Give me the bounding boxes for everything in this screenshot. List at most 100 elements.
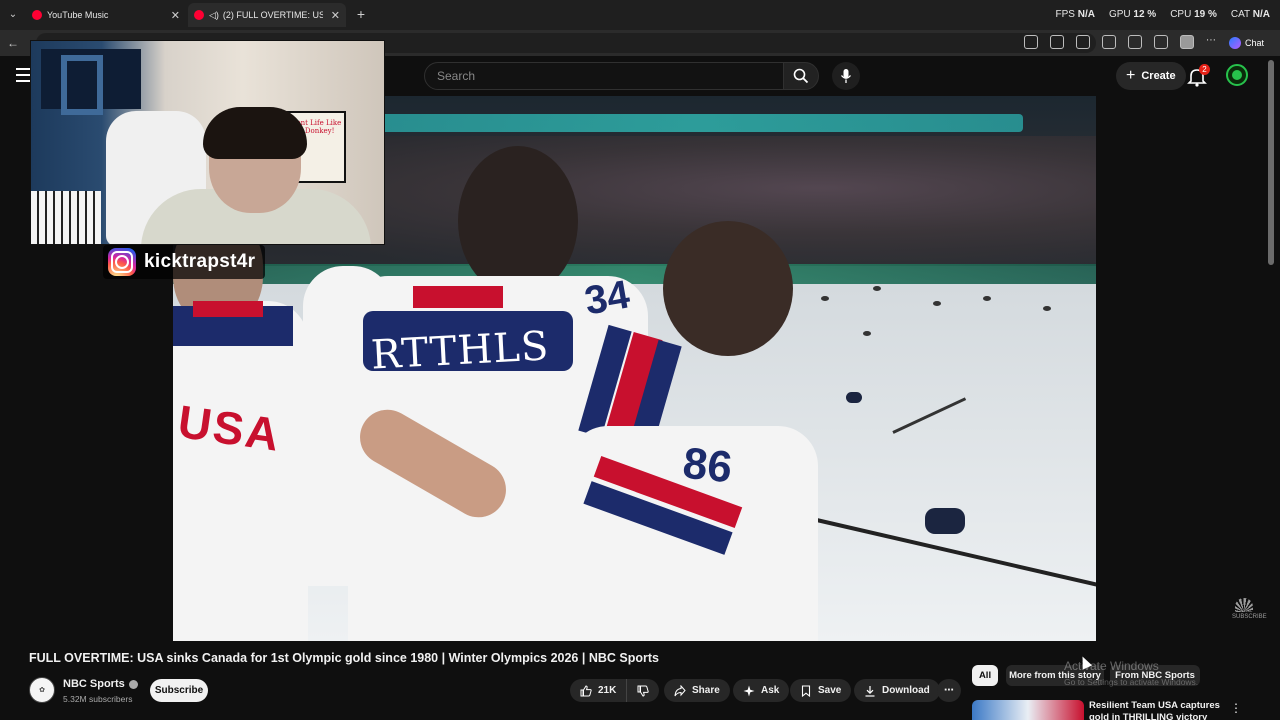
activate-windows-subtitle: Go to Settings to activate Windows. xyxy=(1064,677,1199,687)
like-count: 21K xyxy=(598,685,617,696)
instagram-handle: kicktrapst4r xyxy=(144,251,256,272)
watermark-label: SUBSCRIBE xyxy=(1232,614,1267,620)
microphone-icon xyxy=(840,69,852,83)
extensions-icon[interactable] xyxy=(1076,35,1090,49)
split-view-icon[interactable] xyxy=(1024,35,1038,49)
browser-toolbar-icons: ⋯ xyxy=(1024,35,1220,49)
streamer-webcam-overlay: Dont Life Like A Donkey! xyxy=(30,40,385,245)
favorites-icon[interactable] xyxy=(1128,35,1142,49)
share-button[interactable]: Share xyxy=(664,679,730,702)
save-button[interactable]: Save xyxy=(790,679,852,702)
chip-all[interactable]: All xyxy=(972,665,998,686)
share-button-wrap: Share xyxy=(664,679,730,702)
copilot-chat-button[interactable]: Chat xyxy=(1223,34,1270,52)
glove-on-ice xyxy=(873,286,881,291)
dislike-button[interactable] xyxy=(627,679,660,702)
tab-youtube-music[interactable]: YouTube Music ✕ xyxy=(26,3,186,27)
more-menu-icon[interactable]: ⋯ xyxy=(1206,35,1220,49)
channel-name-link[interactable]: NBC Sports xyxy=(63,678,138,690)
glove-on-ice xyxy=(821,296,829,301)
tab-title: YouTube Music xyxy=(47,10,109,20)
ask-button-wrap: Ask xyxy=(733,679,790,702)
tab-close-icon[interactable]: ✕ xyxy=(331,9,340,22)
jersey-nameplate: RTTHLS xyxy=(369,323,551,379)
kebab-menu-icon[interactable]: ⋮ xyxy=(1230,701,1242,715)
player-jersey xyxy=(173,301,308,641)
player-hair xyxy=(663,221,793,356)
glove-on-ice xyxy=(863,331,871,336)
jersey-number: 86 xyxy=(680,438,735,493)
verified-badge-icon xyxy=(128,679,138,689)
collections-icon[interactable] xyxy=(1154,35,1168,49)
more-actions-button[interactable]: ⋯ xyxy=(937,679,961,702)
notification-count-badge: 2 xyxy=(1199,64,1210,75)
recommendation-title[interactable]: Resilient Team USA captures gold in THRI… xyxy=(1089,700,1221,720)
search-button[interactable] xyxy=(783,62,819,90)
glove-on-ice xyxy=(846,392,862,403)
profile-avatar-icon[interactable] xyxy=(1180,35,1194,49)
player-hair xyxy=(458,146,578,296)
share-arrow-icon xyxy=(674,684,686,696)
speaker-icon[interactable]: ◁) xyxy=(209,10,219,21)
new-tab-plus-icon[interactable]: + xyxy=(352,5,370,23)
glove-on-ice xyxy=(983,296,991,301)
download-button[interactable]: Download xyxy=(854,679,940,702)
create-label: Create xyxy=(1141,70,1176,82)
jersey-stripe xyxy=(413,286,503,308)
tab-close-icon[interactable]: ✕ xyxy=(171,9,180,22)
voice-search-button[interactable] xyxy=(832,62,860,90)
stat-cat: CAT N/A xyxy=(1230,9,1270,20)
instagram-icon xyxy=(108,248,136,276)
jersey-stripe xyxy=(193,301,263,317)
tab-youtube-video[interactable]: ◁) (2) FULL OVERTIME: USA sinks ✕ xyxy=(188,3,346,27)
more-actions-wrap: ⋯ xyxy=(937,679,961,702)
nbc-peacock-icon xyxy=(1235,598,1253,612)
plus-icon: + xyxy=(1126,67,1136,84)
keyboard xyxy=(31,191,101,244)
video-title: FULL OVERTIME: USA sinks Canada for 1st … xyxy=(29,651,659,665)
user-avatar[interactable] xyxy=(1226,64,1248,86)
favorite-star-icon[interactable] xyxy=(1050,35,1064,49)
ask-label: Ask xyxy=(761,685,780,696)
ask-button[interactable]: Ask xyxy=(733,679,790,702)
thumbs-up-icon xyxy=(580,684,592,696)
search-box xyxy=(424,62,784,90)
channel-avatar[interactable]: ✿ xyxy=(29,677,55,703)
subscriber-count: 5.32M subscribers xyxy=(63,694,133,704)
arena-banner xyxy=(373,114,1023,132)
performance-overlay: FPS N/A GPU 12 % CPU 19 % CAT N/A xyxy=(1055,9,1270,20)
sparkle-icon xyxy=(743,685,755,696)
tracking-icon[interactable] xyxy=(1102,35,1116,49)
create-button[interactable]: + Create xyxy=(1116,62,1186,90)
search-input[interactable] xyxy=(425,63,783,89)
back-arrow-icon[interactable]: ← xyxy=(4,34,22,52)
recommendation-thumbnail[interactable] xyxy=(972,700,1084,720)
nbc-peacock-icon: ✿ xyxy=(39,687,45,694)
subscribe-button[interactable]: Subscribe xyxy=(150,679,208,702)
tab-title: (2) FULL OVERTIME: USA sinks xyxy=(222,10,323,20)
copilot-icon xyxy=(1228,37,1241,49)
wall-art xyxy=(41,49,141,115)
download-label: Download xyxy=(882,685,930,696)
share-label: Share xyxy=(692,685,720,696)
channel-name: NBC Sports xyxy=(63,678,125,690)
glove-on-ice xyxy=(925,508,965,534)
more-dots-icon: ⋯ xyxy=(944,685,954,696)
youtube-music-favicon-icon xyxy=(32,10,42,20)
nbc-peacock-watermark[interactable]: SUBSCRIBE xyxy=(1232,598,1267,624)
save-label: Save xyxy=(818,685,842,696)
instagram-handle-overlay: kicktrapst4r xyxy=(103,245,266,279)
stat-cpu: CPU 19 % xyxy=(1170,9,1217,20)
stat-gpu: GPU 12 % xyxy=(1108,9,1157,20)
streamer-hair xyxy=(203,107,307,159)
bookmark-icon xyxy=(801,684,811,697)
search-icon xyxy=(793,68,809,84)
jersey-number: 34 xyxy=(581,272,633,324)
glove-on-ice xyxy=(1043,306,1051,311)
tab-list-chevron-icon[interactable]: ⌄ xyxy=(4,6,22,24)
like-button[interactable]: 21K xyxy=(570,679,628,702)
page-scrollbar[interactable] xyxy=(1268,60,1274,265)
download-button-wrap: Download xyxy=(854,679,940,702)
glove-on-ice xyxy=(933,301,941,306)
thumbs-down-icon xyxy=(637,685,650,697)
